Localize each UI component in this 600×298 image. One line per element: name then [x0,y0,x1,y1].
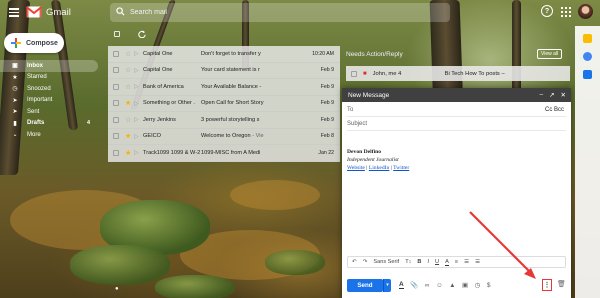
addons-sidebar [575,26,600,298]
annotation-arrow [469,211,536,279]
contacts-icon[interactable]: ● [115,286,119,292]
bottom-hangouts-icons: ● [115,286,119,292]
tasks-app-icon[interactable] [583,70,592,79]
keep-app-icon[interactable] [583,52,592,61]
calendar-app-icon[interactable] [583,34,592,43]
